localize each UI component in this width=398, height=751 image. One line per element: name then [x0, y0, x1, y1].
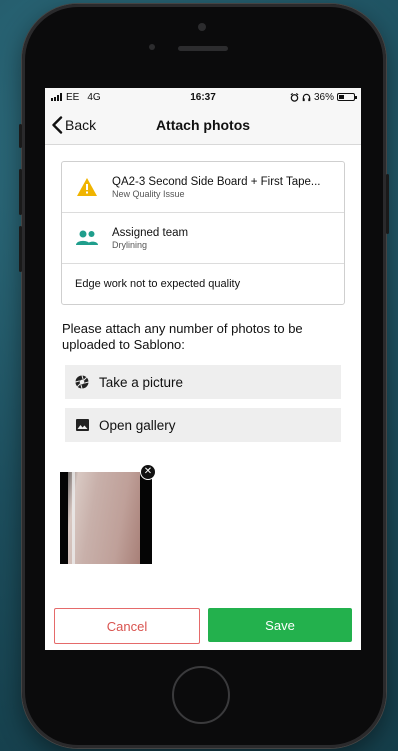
- attached-photo: [60, 472, 152, 564]
- signal-icon: [51, 93, 62, 101]
- back-button[interactable]: Back: [45, 116, 96, 134]
- gallery-icon: [75, 419, 89, 431]
- team-title: Assigned team: [112, 226, 189, 239]
- mute-switch: [19, 124, 22, 148]
- home-button[interactable]: [172, 666, 230, 724]
- headphones-icon: [302, 93, 311, 101]
- navigation-bar: Back Attach photos: [45, 106, 361, 145]
- issue-title: QA2-3 Second Side Board + First Tape...: [112, 175, 321, 188]
- warning-icon: [77, 178, 97, 196]
- take-picture-label: Take a picture: [99, 374, 184, 390]
- issue-summary-card: QA2-3 Second Side Board + First Tape... …: [61, 161, 345, 305]
- carrier-label: EE: [66, 91, 80, 103]
- volume-up-button: [19, 169, 22, 215]
- cancel-button[interactable]: Cancel: [54, 608, 200, 644]
- alarm-icon: [290, 92, 299, 102]
- team-row: Assigned team Drylining: [62, 213, 344, 264]
- attach-instructions: Please attach any number of photos to be…: [62, 321, 303, 352]
- take-picture-button[interactable]: Take a picture: [65, 365, 341, 399]
- earpiece-speaker: [178, 46, 228, 51]
- team-icon: [76, 230, 98, 245]
- network-label: 4G: [87, 91, 101, 103]
- remove-photo-button[interactable]: ✕: [140, 464, 156, 480]
- power-button: [386, 174, 389, 234]
- team-name: Drylining: [112, 239, 148, 250]
- camera-aperture-icon: [75, 375, 89, 389]
- open-gallery-button[interactable]: Open gallery: [65, 408, 341, 442]
- back-label: Back: [65, 117, 97, 133]
- footer-actions: Cancel Save: [45, 608, 361, 644]
- photo-thumbnail[interactable]: ✕: [60, 464, 156, 564]
- volume-down-button: [19, 226, 22, 272]
- chevron-left-icon: [52, 116, 63, 134]
- issue-type: New Quality Issue: [112, 188, 185, 199]
- proximity-sensor: [198, 23, 206, 31]
- battery-icon: [337, 93, 357, 101]
- issue-row: QA2-3 Second Side Board + First Tape... …: [62, 162, 344, 213]
- issue-description: Edge work not to expected quality: [75, 278, 241, 290]
- app-screen: EE 4G 16:37 36% Back Attach photos QA2-3…: [45, 88, 361, 650]
- save-button[interactable]: Save: [208, 608, 352, 642]
- close-icon: ✕: [143, 466, 153, 477]
- front-camera: [149, 44, 155, 50]
- open-gallery-label: Open gallery: [99, 417, 176, 433]
- battery-percent: 36%: [313, 91, 334, 103]
- status-bar: EE 4G 16:37 36%: [45, 88, 361, 106]
